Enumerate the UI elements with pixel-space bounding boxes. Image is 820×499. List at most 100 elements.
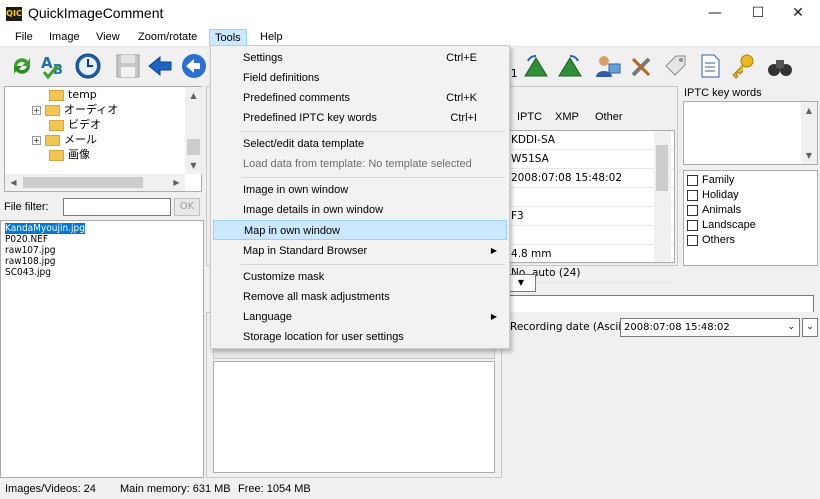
- menu-image[interactable]: Image: [44, 29, 85, 46]
- menu-item-predefined-comments[interactable]: Predefined comments Ctrl+K: [213, 88, 507, 108]
- key-icon[interactable]: [728, 52, 756, 80]
- property-value: KDDI-SA: [508, 131, 674, 150]
- maximize-button[interactable]: ☐: [738, 0, 778, 28]
- refresh-icon[interactable]: [8, 52, 36, 80]
- scroll-right-icon[interactable]: ▶: [168, 174, 185, 191]
- checkbox-label: Animals: [702, 204, 742, 216]
- menu-item-remove-mask[interactable]: Remove all mask adjustments: [213, 287, 507, 307]
- clock-icon[interactable]: [74, 52, 102, 80]
- tree-item[interactable]: 画像: [29, 147, 185, 162]
- expand-icon[interactable]: +: [32, 105, 41, 115]
- scroll-down-icon[interactable]: ▼: [801, 147, 817, 164]
- tree-item[interactable]: ビデオ: [29, 117, 185, 132]
- file-filter-ok-button[interactable]: OK: [174, 198, 200, 216]
- tree-item[interactable]: temp: [29, 87, 185, 102]
- tree-item-label: メール: [64, 133, 97, 146]
- file-list-item[interactable]: raw107.jpg: [1, 245, 203, 256]
- comment-textarea[interactable]: [213, 361, 495, 473]
- checkbox-box[interactable]: [687, 234, 698, 246]
- checkbox-holiday[interactable]: Holiday: [687, 188, 817, 203]
- close-button[interactable]: ✕: [778, 0, 818, 28]
- partial-dropdown[interactable]: ▼: [506, 274, 536, 292]
- rotate-left-icon[interactable]: [522, 52, 550, 80]
- menu-item-language[interactable]: Language ▶: [213, 307, 507, 327]
- menu-view[interactable]: View: [91, 29, 125, 46]
- scroll-left-icon[interactable]: ◀: [5, 174, 22, 191]
- tree-item[interactable]: + オーディオ: [29, 102, 185, 117]
- properties-scrollbar[interactable]: [654, 131, 671, 262]
- checkbox-landscape[interactable]: Landscape: [687, 218, 817, 233]
- menu-help[interactable]: Help: [255, 29, 288, 46]
- menu-item-shortcut: Ctrl+K: [446, 92, 477, 104]
- scroll-up-icon[interactable]: ▲: [801, 102, 817, 119]
- checkbox-others[interactable]: Others: [687, 233, 817, 248]
- save-icon[interactable]: [114, 52, 142, 80]
- scroll-thumb[interactable]: [656, 145, 668, 191]
- rotate-right-icon[interactable]: [556, 52, 584, 80]
- tab-other[interactable]: Other: [589, 109, 629, 126]
- recording-date-panel: Recording date (Ascii) 2008:07:08 15:48:…: [504, 312, 820, 478]
- minimize-button[interactable]: —: [695, 0, 735, 28]
- file-list-item[interactable]: P020.NEF: [1, 234, 203, 245]
- menu-item-label: Predefined comments: [243, 92, 350, 104]
- menu-item-customize-mask[interactable]: Customize mask: [213, 267, 507, 287]
- file-list-item[interactable]: raw108.jpg: [1, 256, 203, 267]
- recording-date-extra-dropdown[interactable]: ⌄: [802, 318, 818, 337]
- tab-iptc[interactable]: IPTC: [511, 109, 548, 126]
- expand-icon[interactable]: +: [32, 135, 41, 145]
- menu-item-image-details[interactable]: Image details in own window: [213, 200, 507, 220]
- property-value: 2008:07:08 15:48:02: [508, 169, 674, 188]
- menu-item-predefined-iptc[interactable]: Predefined IPTC key words Ctrl+I: [213, 108, 507, 128]
- previous-arrow-icon[interactable]: [146, 52, 174, 80]
- file-list-item[interactable]: KandaMyoujin.jpg: [1, 223, 203, 234]
- checkbox-animals[interactable]: Animals: [687, 203, 817, 218]
- tab-xmp[interactable]: XMP: [549, 109, 585, 126]
- user-screen-icon[interactable]: [594, 52, 622, 80]
- file-list[interactable]: KandaMyoujin.jpg P020.NEF raw107.jpg raw…: [0, 220, 204, 478]
- checkbox-label: Landscape: [702, 219, 756, 231]
- iptc-keywords-input[interactable]: ▲ ▼: [683, 101, 818, 165]
- menu-item-map-browser[interactable]: Map in Standard Browser ▶: [213, 241, 507, 261]
- binoculars-icon[interactable]: [766, 52, 794, 80]
- file-filter-input[interactable]: [63, 198, 171, 216]
- menu-item-image-own-window[interactable]: Image in own window: [213, 180, 507, 200]
- menu-item-field-definitions[interactable]: Field definitions: [213, 68, 507, 88]
- checkbox-box[interactable]: [687, 189, 698, 201]
- folder-icon: [45, 134, 60, 146]
- comment-input[interactable]: [506, 295, 814, 313]
- tree-vertical-scrollbar[interactable]: ▲ ▼: [185, 87, 202, 174]
- tree-horizontal-scrollbar[interactable]: ◀ ▶: [5, 174, 185, 191]
- checkbox-box[interactable]: [687, 219, 698, 231]
- chevron-down-icon[interactable]: ⌄: [787, 319, 795, 336]
- recording-date-value: 2008:07:08 15:48:02: [624, 322, 730, 333]
- scroll-up-icon[interactable]: ▲: [185, 87, 202, 104]
- recording-date-input[interactable]: 2008:07:08 15:48:02 ⌄: [620, 318, 800, 337]
- scroll-thumb[interactable]: [23, 177, 143, 188]
- back-icon[interactable]: [180, 52, 208, 80]
- menu-item-storage-location[interactable]: Storage location for user settings: [213, 327, 507, 347]
- iptc-scrollbar[interactable]: ▲ ▼: [801, 102, 817, 164]
- tools-icon[interactable]: [628, 52, 656, 80]
- properties-grid[interactable]: KDDI-SA W51SA 2008:07:08 15:48:02 F3 4.8…: [507, 130, 675, 283]
- scroll-down-icon[interactable]: ▼: [185, 157, 202, 174]
- folder-tree[interactable]: temp + オーディオ ビデオ + メール 画像 ▲ ▼ ◀ ▶: [4, 86, 202, 192]
- status-bar: Images/Videos: 24 Main memory: 631 MB Fr…: [0, 480, 820, 499]
- menu-item-select-template[interactable]: Select/edit data template: [213, 134, 507, 154]
- scroll-thumb[interactable]: [187, 139, 200, 155]
- tree-item[interactable]: + メール: [29, 132, 185, 147]
- document-icon[interactable]: [696, 52, 724, 80]
- menu-item-map-own-window[interactable]: Map in own window: [213, 220, 507, 240]
- status-image-count: Images/Videos: 24: [5, 483, 96, 495]
- menu-tools[interactable]: Tools: [209, 29, 247, 46]
- tag-icon[interactable]: [662, 52, 690, 80]
- spellcheck-icon[interactable]: A B: [40, 52, 68, 80]
- file-list-item[interactable]: SC043.jpg: [1, 267, 203, 278]
- checkbox-family[interactable]: Family: [687, 173, 817, 188]
- folder-icon: [49, 149, 64, 161]
- checkbox-box[interactable]: [687, 174, 698, 186]
- menu-item-settings[interactable]: Settings Ctrl+E: [213, 48, 507, 68]
- menu-zoom-rotate[interactable]: Zoom/rotate: [133, 29, 202, 46]
- checkbox-box[interactable]: [687, 204, 698, 216]
- menu-file[interactable]: File: [10, 29, 38, 46]
- menu-item-label: Predefined IPTC key words: [243, 112, 377, 124]
